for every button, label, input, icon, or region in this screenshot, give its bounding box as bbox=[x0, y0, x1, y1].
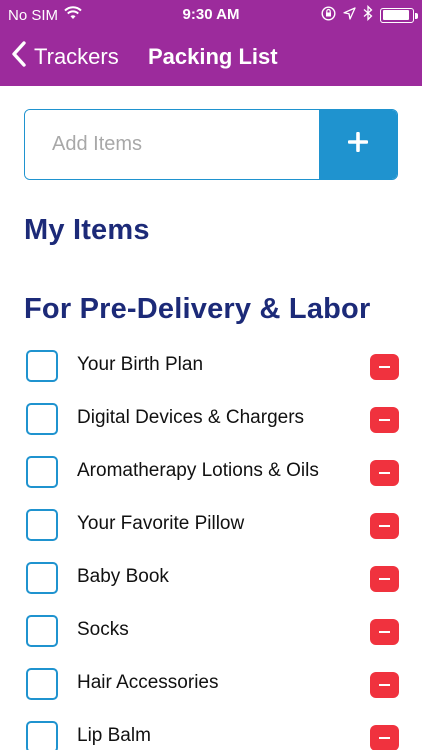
add-item-button[interactable] bbox=[319, 110, 397, 179]
list-item: Socks bbox=[0, 605, 422, 658]
list-item: Your Favorite Pillow bbox=[0, 499, 422, 552]
nav-bar: Trackers Packing List bbox=[0, 30, 422, 86]
add-item-input[interactable] bbox=[25, 110, 320, 179]
list-item: Digital Devices & Chargers bbox=[0, 393, 422, 446]
item-checkbox[interactable] bbox=[26, 456, 58, 488]
status-bar: No SIM 9:30 AM bbox=[0, 0, 422, 30]
list-item: Your Birth Plan bbox=[0, 340, 422, 393]
list-item: Hair Accessories bbox=[0, 658, 422, 711]
item-label: Your Favorite Pillow bbox=[77, 513, 245, 534]
item-checkbox[interactable] bbox=[26, 350, 58, 382]
delete-item-button[interactable] bbox=[370, 566, 399, 592]
bluetooth-icon bbox=[363, 4, 373, 25]
item-checkbox[interactable] bbox=[26, 403, 58, 435]
item-checkbox[interactable] bbox=[26, 668, 58, 700]
back-label: Trackers bbox=[34, 44, 119, 69]
delete-item-button[interactable] bbox=[370, 407, 399, 433]
battery-level bbox=[382, 10, 409, 20]
item-label: Your Birth Plan bbox=[77, 354, 204, 375]
back-button[interactable]: Trackers bbox=[10, 40, 119, 74]
list-item: Lip Balm bbox=[0, 711, 422, 750]
delete-item-button[interactable] bbox=[370, 460, 399, 486]
app-header: No SIM 9:30 AM Trackers Packing List bbox=[0, 0, 422, 86]
page-title: Packing List bbox=[148, 44, 278, 69]
delete-item-button[interactable] bbox=[370, 619, 399, 645]
item-label: Hair Accessories bbox=[77, 672, 219, 693]
add-item-bar bbox=[24, 109, 398, 180]
delete-item-button[interactable] bbox=[370, 725, 399, 750]
my-items-heading: My Items bbox=[24, 214, 150, 246]
item-label: Digital Devices & Chargers bbox=[77, 407, 305, 428]
delete-item-button[interactable] bbox=[370, 354, 399, 380]
battery-icon bbox=[380, 7, 418, 23]
item-label: Baby Book bbox=[77, 566, 169, 587]
item-checkbox[interactable] bbox=[26, 721, 58, 750]
item-checkbox[interactable] bbox=[26, 562, 58, 594]
status-right bbox=[321, 4, 418, 25]
chevron-left-icon bbox=[10, 40, 28, 74]
list-item: Baby Book bbox=[0, 552, 422, 605]
item-checkbox[interactable] bbox=[26, 615, 58, 647]
section-heading: For Pre-Delivery & Labor bbox=[24, 293, 371, 325]
item-checkbox[interactable] bbox=[26, 509, 58, 541]
item-label: Lip Balm bbox=[77, 725, 151, 746]
plus-icon bbox=[347, 131, 369, 157]
orientation-lock-icon bbox=[321, 5, 336, 25]
delete-item-button[interactable] bbox=[370, 513, 399, 539]
item-label: Aromatherapy Lotions & Oils bbox=[77, 460, 319, 481]
item-label: Socks bbox=[77, 619, 129, 640]
delete-item-button[interactable] bbox=[370, 672, 399, 698]
location-icon bbox=[343, 6, 356, 24]
list-item: Aromatherapy Lotions & Oils bbox=[0, 446, 422, 499]
